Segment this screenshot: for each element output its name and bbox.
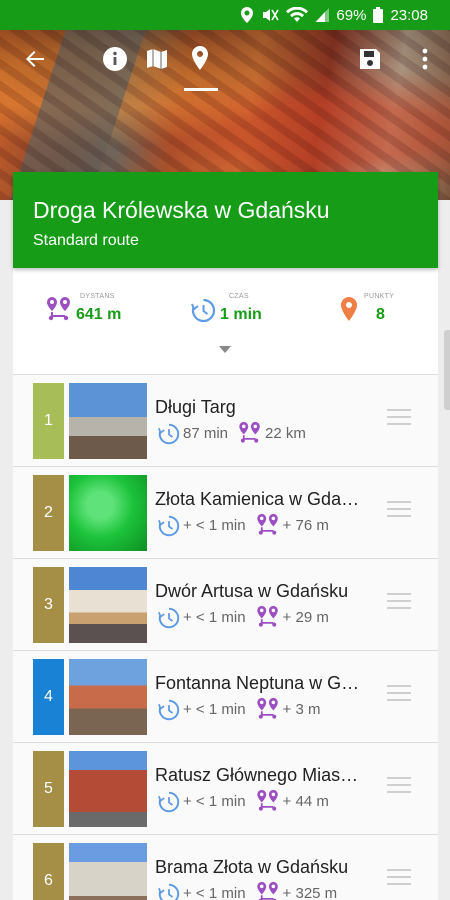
- list-item[interactable]: 4 Fontanna Neptuna w G… + < 1 min + 3 m: [13, 650, 438, 741]
- battery-icon: [373, 7, 384, 23]
- list-item[interactable]: 6 Brama Złota w Gdańsku + < 1 min + 325 …: [13, 834, 438, 900]
- points-value: 8: [376, 306, 385, 323]
- list-item[interactable]: 3 Dwór Artusa w Gdańsku + < 1 min + 29 m: [13, 558, 438, 649]
- route-header: Droga Królewska w Gdańsku Standard route: [13, 172, 438, 268]
- list-item[interactable]: 5 Ratusz Głównego Mias… + < 1 min + 44 m: [13, 742, 438, 833]
- stop-time: + < 1 min: [183, 609, 246, 626]
- expand-chevron-icon[interactable]: [219, 346, 231, 353]
- selected-tab-indicator: [184, 88, 218, 91]
- route-title: Droga Królewska w Gdańsku: [33, 197, 330, 223]
- drag-handle-icon[interactable]: [387, 593, 411, 611]
- drag-handle-icon[interactable]: [387, 777, 411, 795]
- time-icon: [158, 515, 180, 536]
- stop-name: Fontanna Neptuna w G…: [155, 673, 360, 693]
- stop-thumbnail: [69, 475, 147, 551]
- route-stats-panel: DYSTANS 641 m CZAS 1 min PUNKTY 8: [13, 268, 438, 374]
- time-icon: [191, 298, 216, 322]
- pin-icon: [341, 297, 357, 321]
- stop-time: + < 1 min: [183, 885, 246, 900]
- map-icon[interactable]: [142, 44, 172, 74]
- stop-name: Długi Targ: [155, 397, 236, 417]
- route-stops-list: 1 Długi Targ 87 min 22 km 2 Złota Kamien…: [13, 374, 438, 900]
- stop-number: 4: [33, 659, 64, 735]
- list-item[interactable]: 1 Długi Targ 87 min 22 km: [13, 374, 438, 465]
- drag-handle-icon[interactable]: [387, 685, 411, 703]
- stop-time: + < 1 min: [183, 701, 246, 718]
- location-icon: [241, 7, 254, 23]
- drag-handle-icon[interactable]: [387, 869, 411, 887]
- time-icon: [158, 423, 180, 444]
- stop-name: Ratusz Głównego Mias…: [155, 765, 359, 785]
- time-stat: CZAS 1 min: [191, 293, 262, 324]
- points-stat: PUNKTY 8: [340, 293, 394, 324]
- stop-meta: + < 1 min + 76 m: [158, 513, 329, 538]
- save-icon[interactable]: [355, 44, 385, 74]
- stop-name: Złota Kamienica w Gda…: [155, 489, 360, 509]
- stop-meta: 87 min 22 km: [158, 421, 306, 446]
- stop-thumbnail: [69, 751, 147, 827]
- clock: 23:08: [390, 6, 428, 24]
- time-icon: [158, 883, 180, 900]
- stop-distance: + 76 m: [282, 517, 329, 534]
- signal-icon: [315, 8, 330, 22]
- distance-stat: DYSTANS 641 m: [46, 293, 122, 324]
- stop-name: Dwór Artusa w Gdańsku: [155, 581, 349, 601]
- stop-number: 3: [33, 567, 64, 643]
- stop-name: Brama Złota w Gdańsku: [155, 857, 349, 877]
- stop-thumbnail: [69, 659, 147, 735]
- list-item[interactable]: 2 Złota Kamienica w Gda… + < 1 min + 76 …: [13, 466, 438, 557]
- stop-number: 1: [33, 383, 64, 459]
- side-drawer-handle[interactable]: [444, 330, 450, 410]
- distance-icon: [47, 297, 70, 321]
- stop-thumbnail: [69, 567, 147, 643]
- stop-distance: + 325 m: [282, 885, 338, 900]
- distance-icon: [256, 513, 278, 535]
- battery-percentage: 69%: [336, 6, 367, 24]
- stop-time: + < 1 min: [183, 517, 246, 534]
- drag-handle-icon[interactable]: [387, 501, 411, 519]
- time-icon: [158, 699, 180, 720]
- drag-handle-icon[interactable]: [387, 409, 411, 427]
- distance-icon: [256, 881, 278, 900]
- stop-distance: + 3 m: [282, 701, 321, 718]
- distance-icon: [239, 421, 260, 443]
- stop-distance: + 29 m: [282, 609, 329, 626]
- stop-time: + < 1 min: [183, 793, 246, 810]
- stop-number: 6: [33, 843, 64, 900]
- distance-icon: [256, 697, 278, 719]
- back-arrow-icon[interactable]: [20, 44, 50, 74]
- time-label: CZAS: [229, 293, 249, 300]
- points-label: PUNKTY: [364, 293, 395, 300]
- time-icon: [158, 791, 180, 812]
- location-pin-icon[interactable]: [185, 44, 215, 74]
- more-options-icon[interactable]: [410, 44, 440, 74]
- stop-distance: 22 km: [265, 425, 306, 442]
- distance-icon: [256, 789, 278, 811]
- info-icon[interactable]: [100, 44, 130, 74]
- stop-thumbnail: [69, 383, 147, 459]
- stop-number: 5: [33, 751, 64, 827]
- stop-meta: + < 1 min + 44 m: [158, 789, 329, 814]
- stop-meta: + < 1 min + 3 m: [158, 697, 320, 722]
- stop-thumbnail: [69, 843, 147, 900]
- stop-meta: + < 1 min + 325 m: [158, 881, 337, 900]
- status-bar: 69% 23:08: [0, 0, 450, 30]
- distance-icon: [256, 605, 278, 627]
- stop-meta: + < 1 min + 29 m: [158, 605, 329, 630]
- time-icon: [158, 607, 180, 628]
- distance-value: 641 m: [76, 306, 122, 323]
- distance-label: DYSTANS: [80, 293, 115, 300]
- stop-time: 87 min: [183, 425, 229, 442]
- stop-distance: + 44 m: [282, 793, 329, 810]
- wifi-icon: [286, 7, 309, 22]
- route-subtitle: Standard route: [33, 232, 139, 249]
- time-value: 1 min: [220, 306, 262, 323]
- mute-icon: [263, 9, 280, 21]
- stop-number: 2: [33, 475, 64, 551]
